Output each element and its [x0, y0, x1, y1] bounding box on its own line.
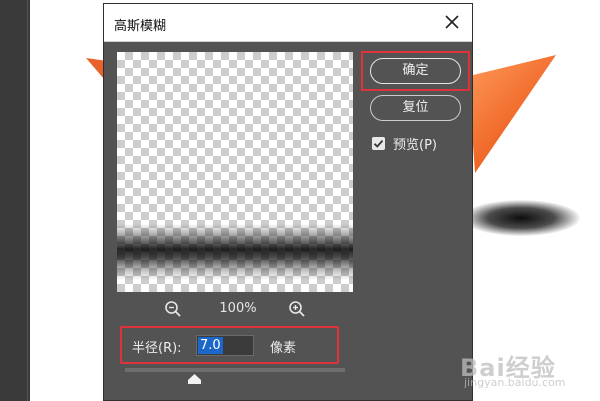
- orange-shape-right: [468, 55, 556, 173]
- zoom-controls: 100%: [117, 300, 353, 320]
- dialog-titlebar: 高斯模糊: [104, 4, 472, 42]
- zoom-in-icon[interactable]: [288, 300, 306, 318]
- reset-button[interactable]: 复位: [370, 95, 461, 121]
- radius-highlight-box: 半径(R): 7.0 像素: [120, 326, 339, 364]
- zoom-level: 100%: [219, 301, 257, 316]
- preview-label[interactable]: 预览(P): [393, 134, 437, 153]
- preview-blur-shadow: [117, 224, 353, 280]
- editor-left-strip: [0, 0, 30, 401]
- blurred-shadow: [462, 200, 580, 236]
- strip-edge: [27, 0, 28, 401]
- watermark-sub: jingyan.baidu.com: [464, 376, 566, 389]
- radius-slider-track[interactable]: [125, 368, 345, 372]
- radius-slider-thumb[interactable]: [188, 374, 201, 384]
- zoom-out-icon[interactable]: [164, 300, 182, 318]
- baidu-watermark: Bai经验 jingyan.baidu.com: [456, 340, 576, 396]
- dialog-title: 高斯模糊: [114, 19, 167, 34]
- radius-unit: 像素: [270, 341, 297, 356]
- ok-button[interactable]: 确定: [370, 58, 461, 84]
- preview-canvas[interactable]: [117, 52, 353, 292]
- radius-value[interactable]: 7.0: [198, 337, 223, 354]
- radius-input[interactable]: 7.0: [196, 335, 254, 356]
- radius-label: 半径(R):: [132, 341, 182, 356]
- gaussian-blur-dialog: 高斯模糊 100% 半径(R): 7.0 像素 确定 复位 预览(P): [103, 3, 473, 401]
- close-icon[interactable]: [442, 12, 462, 32]
- preview-checkbox[interactable]: [372, 137, 385, 150]
